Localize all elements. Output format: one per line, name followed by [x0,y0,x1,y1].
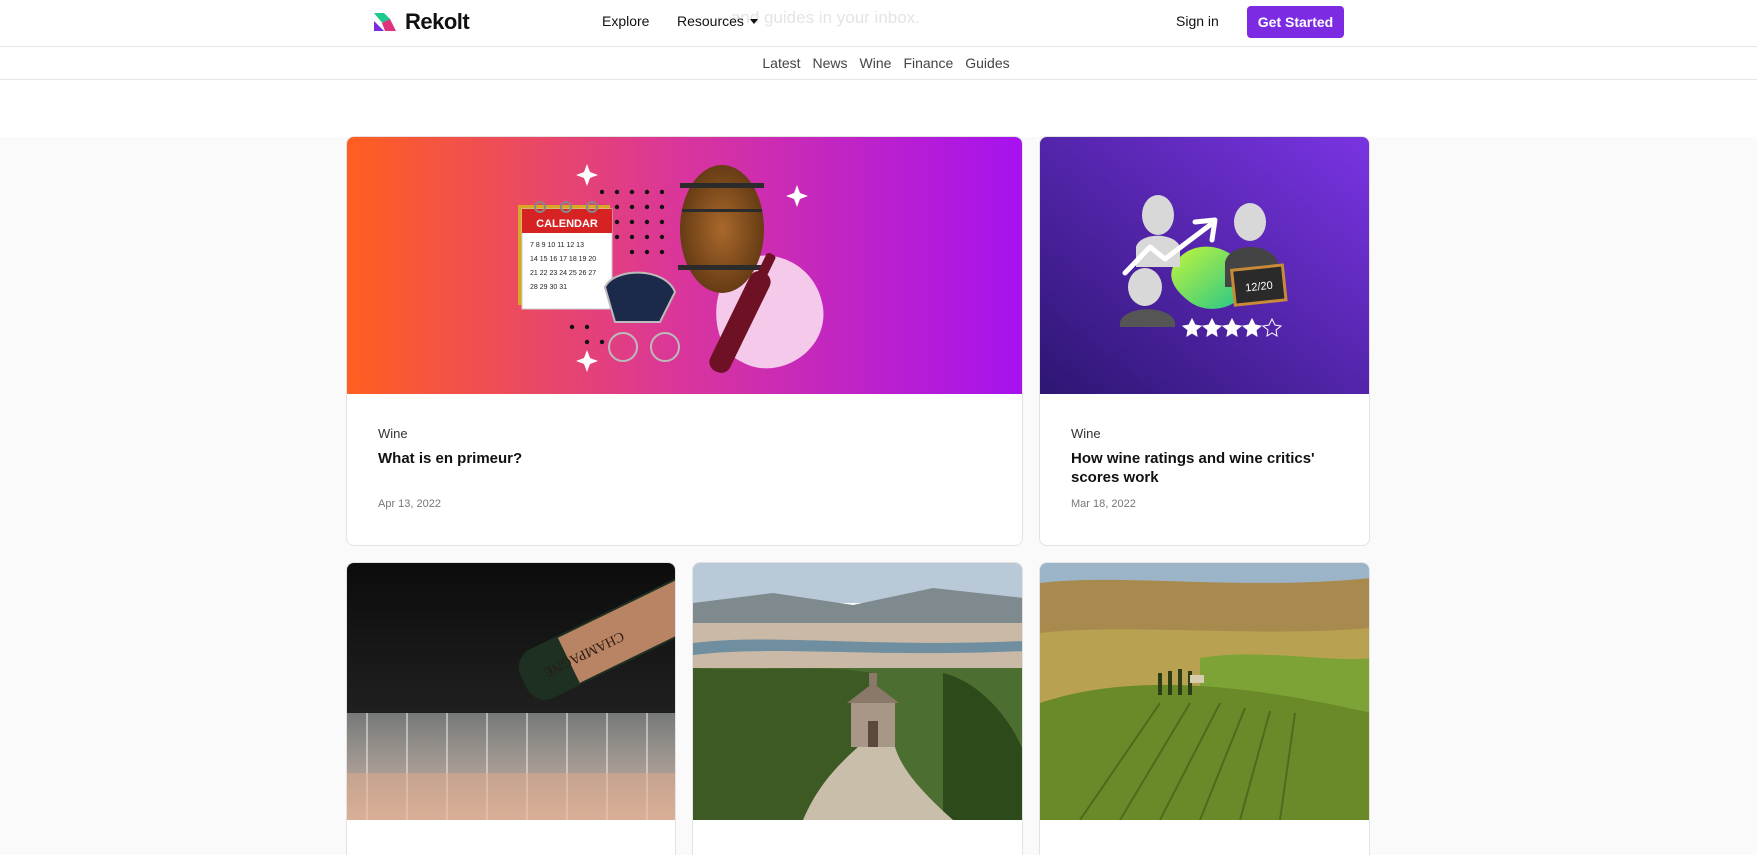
nav-resources-dropdown[interactable]: Resources [677,13,758,29]
svg-text:CALENDAR: CALENDAR [536,218,598,230]
article-title[interactable]: What is en primeur? [378,449,998,468]
header-spacer [0,80,1757,137]
svg-text:14 15 16 17 18 19 20: 14 15 16 17 18 19 20 [530,256,596,263]
article-date: Apr 13, 2022 [378,498,441,510]
article-card-chapel-vineyard[interactable] [692,562,1023,855]
nav-resources-label: Resources [677,13,744,29]
svg-text:28 29 30 31: 28 29 30 31 [530,284,567,291]
article-title[interactable]: How wine ratings and wine critics' score… [1071,449,1345,487]
article-image-en-primeur: CALENDAR 7 8 9 10 11 12 13 14 15 16 17 1… [347,137,1022,394]
article-image-wine-ratings: 12/20 [1040,137,1369,394]
svg-text:7 8 9 10 11 12 13: 7 8 9 10 11 12 13 [530,242,584,249]
category-link-latest[interactable]: Latest [762,47,800,79]
svg-text:21 22 23 24 25 26 27: 21 22 23 24 25 26 27 [530,270,596,277]
top-navigation: ... and guides in your inbox. Rekolt Exp… [0,0,1757,47]
sign-in-link[interactable]: Sign in [1176,13,1219,29]
article-date: Mar 18, 2022 [1071,498,1136,510]
article-image-chapel-vineyard [693,563,1022,820]
category-link-finance[interactable]: Finance [903,47,953,79]
category-link-wine[interactable]: Wine [860,47,892,79]
rekolt-logo-icon [374,13,396,31]
article-card-en-primeur[interactable]: CALENDAR 7 8 9 10 11 12 13 14 15 16 17 1… [346,136,1023,546]
article-card-champagne[interactable]: CHAMPAGNE [346,562,676,855]
category-link-news[interactable]: News [813,47,848,79]
category-nav: Latest News Wine Finance Guides [0,47,1757,80]
article-image-champagne: CHAMPAGNE [347,563,675,820]
article-category: Wine [378,426,408,441]
chevron-down-icon [749,18,758,24]
article-category: Wine [1071,426,1101,441]
logo-text: Rekolt [405,9,470,34]
get-started-button[interactable]: Get Started [1247,6,1344,38]
category-link-guides[interactable]: Guides [965,47,1009,79]
logo[interactable]: Rekolt [371,9,470,35]
article-card-wine-ratings[interactable]: 12/20 Wine How wine ratings and wine cri… [1039,136,1370,546]
article-card-rolling-vineyards[interactable] [1039,562,1370,855]
nav-explore-link[interactable]: Explore [602,13,649,29]
article-image-rolling-vineyards [1040,563,1369,820]
